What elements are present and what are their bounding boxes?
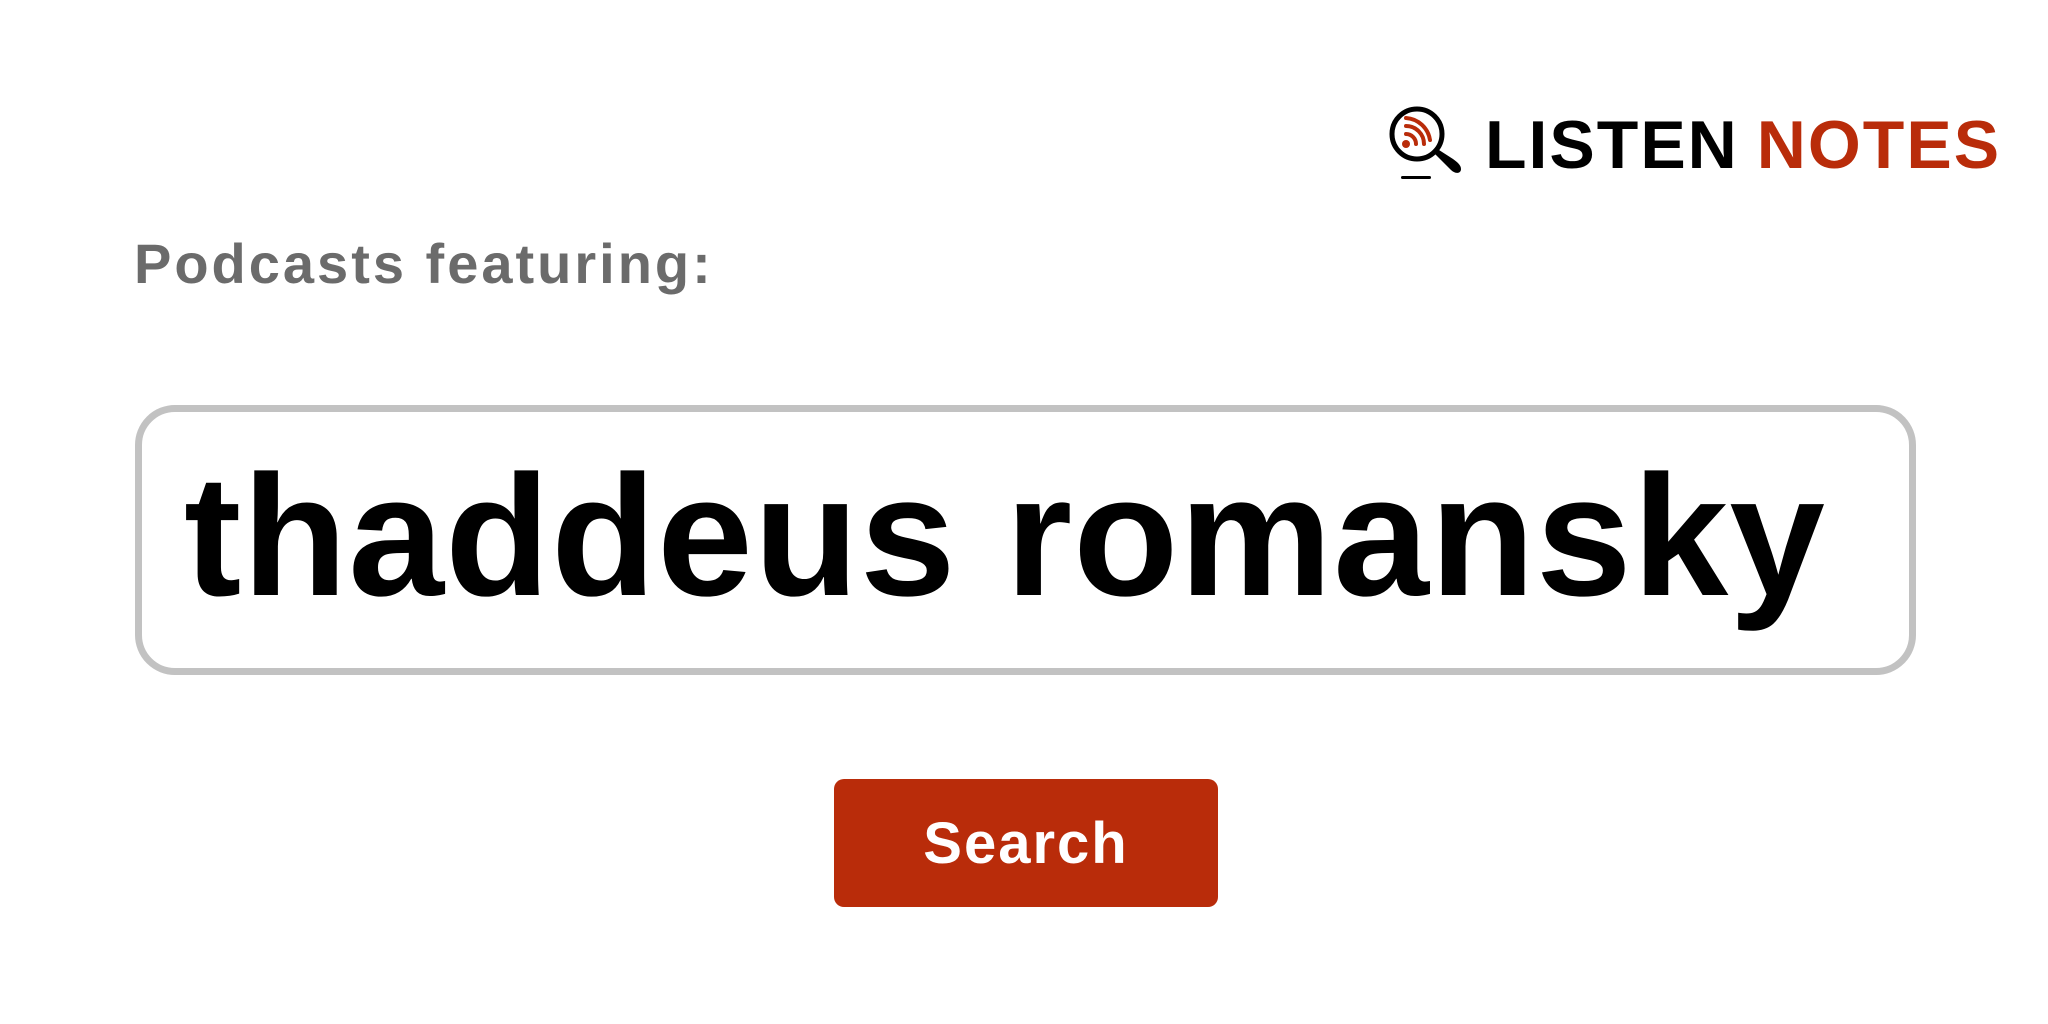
podcast-search-icon xyxy=(1389,106,1461,179)
logo-wordmark: LISTEN NOTES xyxy=(1485,111,2001,179)
listen-notes-logo[interactable]: LISTEN NOTES xyxy=(1385,104,2001,186)
logo-word-listen: LISTEN xyxy=(1485,107,1739,183)
page-subtitle: Podcasts featuring: xyxy=(134,232,714,295)
logo-word-notes: NOTES xyxy=(1756,107,2002,183)
search-input-value: thaddeus romansky xyxy=(184,440,1826,632)
search-button-label: Search xyxy=(923,810,1129,876)
search-input[interactable]: thaddeus romansky xyxy=(135,405,1916,675)
search-button[interactable]: Search xyxy=(834,779,1218,907)
